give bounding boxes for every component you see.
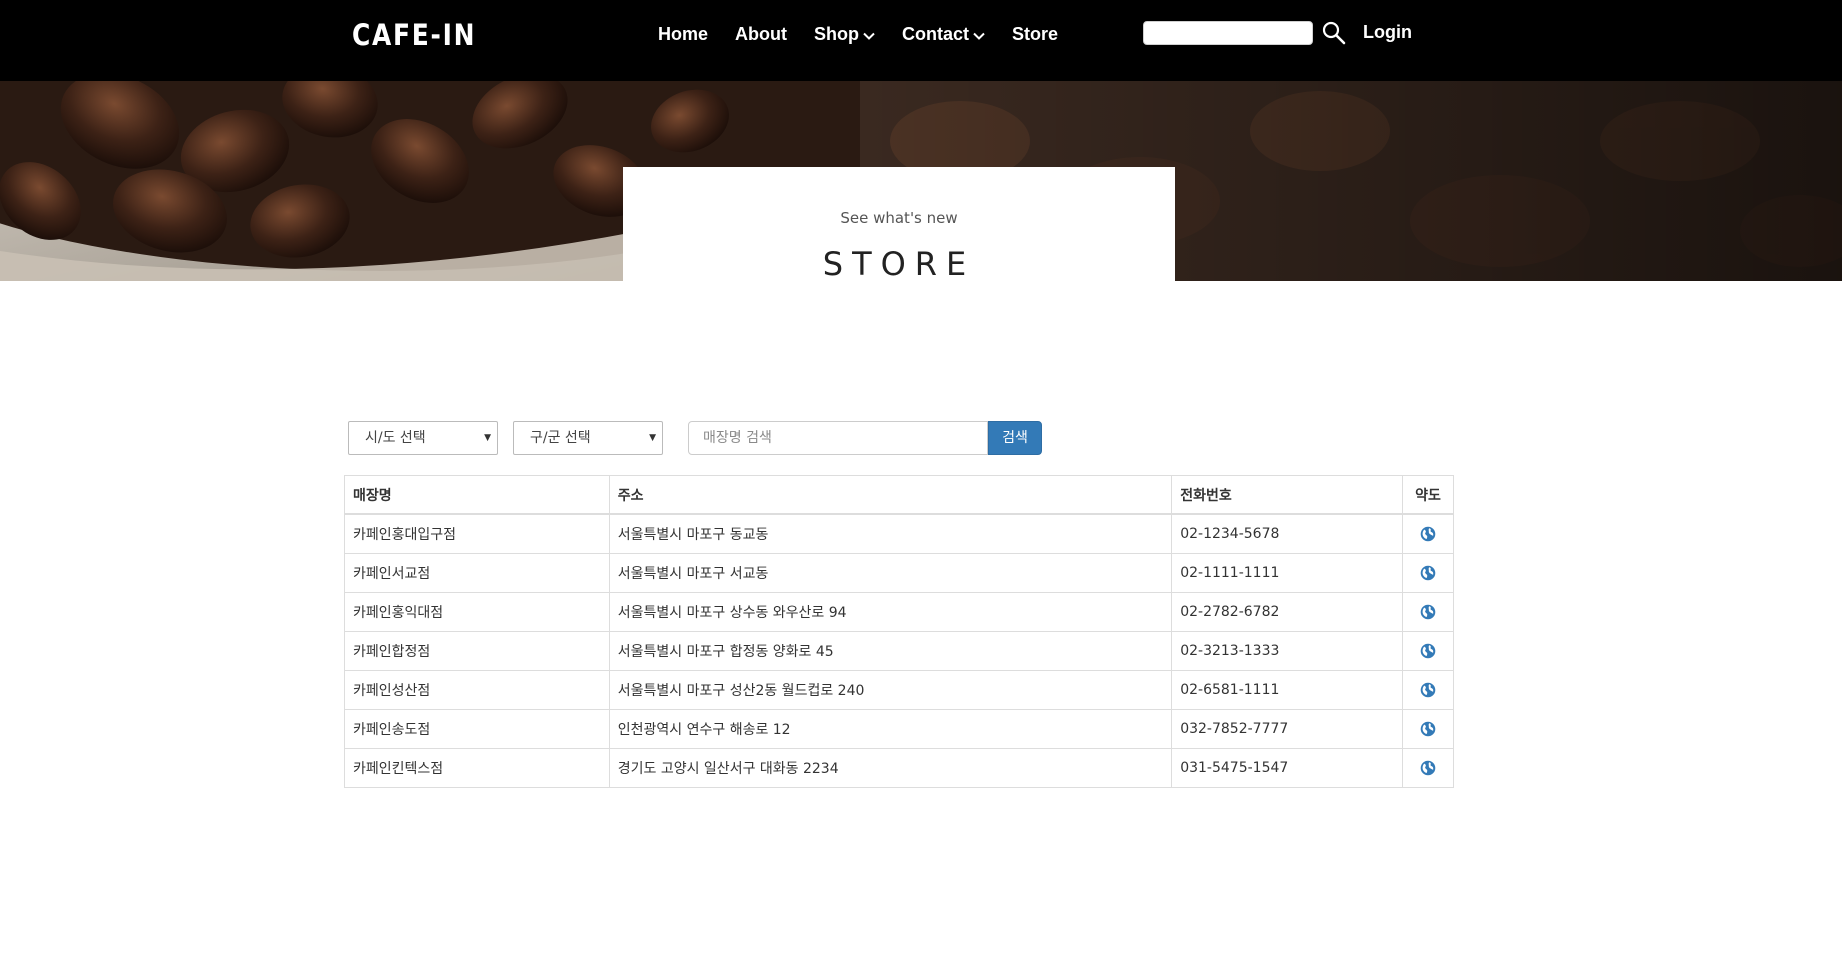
- nav-contact[interactable]: Contact: [902, 22, 985, 46]
- column-header-phone: 전화번호: [1171, 475, 1404, 515]
- globe-icon[interactable]: [1420, 643, 1436, 659]
- store-name-cell: 카페인홍익대점: [344, 592, 610, 632]
- column-header-map: 약도: [1402, 475, 1454, 515]
- store-phone-cell: 02-1234-5678: [1171, 513, 1404, 554]
- search-button[interactable]: 검색: [988, 421, 1042, 455]
- table-row: 카페인킨텍스점 경기도 고양시 일산서구 대화동 2234 031-5475-154…: [344, 748, 1454, 788]
- store-name-cell: 카페인송도점: [344, 709, 610, 749]
- globe-icon[interactable]: [1420, 604, 1436, 620]
- gugun-select-value: 구/군 선택: [530, 430, 591, 446]
- nav-home[interactable]: Home: [658, 22, 708, 46]
- store-name-search-input[interactable]: [688, 421, 988, 455]
- page-title: STORE: [822, 245, 976, 281]
- globe-icon[interactable]: [1420, 721, 1436, 737]
- hero-subtitle: See what's new: [840, 209, 958, 227]
- chevron-down-icon: [973, 24, 985, 45]
- column-header-name: 매장명: [344, 475, 610, 515]
- store-name-cell: 카페인합정점: [344, 631, 610, 671]
- sido-select-value: 시/도 선택: [365, 430, 426, 446]
- store-address-cell: 서울특별시 마포구 성산2동 월드컵로 240: [608, 670, 1173, 710]
- store-phone-cell: 02-6581-1111: [1171, 670, 1404, 710]
- table-row: 카페인홍익대점 서울특별시 마포구 상수동 와우산로 94 02-2782-6782: [344, 592, 1454, 632]
- search-icon[interactable]: [1321, 20, 1347, 46]
- globe-icon[interactable]: [1420, 760, 1436, 776]
- nav-store[interactable]: Store: [1012, 22, 1058, 46]
- nav-about[interactable]: About: [735, 22, 787, 46]
- column-header-address: 주소: [608, 475, 1173, 515]
- store-phone-cell: 02-2782-6782: [1171, 592, 1404, 632]
- table-body: 카페인홍대입구점 서울특별시 마포구 동교동 02-1234-5678 카페인서교점 서…: [344, 513, 1454, 788]
- sido-select[interactable]: 시/도 선택 ▼: [348, 421, 498, 455]
- header-search-input[interactable]: [1143, 21, 1313, 45]
- table-row: 카페인성산점 서울특별시 마포구 성산2동 월드컵로 240 02-6581-111…: [344, 670, 1454, 710]
- store-phone-cell: 02-3213-1333: [1171, 631, 1404, 671]
- store-phone-cell: 031-5475-1547: [1171, 748, 1404, 788]
- nav-contact-label: Contact: [902, 23, 969, 44]
- table-row: 카페인합정점 서울특별시 마포구 합정동 양화로 45 02-3213-1333: [344, 631, 1454, 671]
- store-map-cell: [1402, 592, 1454, 632]
- table-row: 카페인송도점 인천광역시 연수구 해송로 12 032-7852-7777: [344, 709, 1454, 749]
- chevron-down-icon: [863, 24, 875, 45]
- store-address-cell: 서울특별시 마포구 합정동 양화로 45: [608, 631, 1173, 671]
- nav-home-label: Home: [658, 23, 709, 44]
- store-map-cell: [1402, 513, 1454, 554]
- store-map-cell: [1402, 553, 1454, 593]
- top-navbar: CAFE-IN Home About Shop Contact Store Lo…: [0, 0, 1842, 81]
- store-map-cell: [1402, 631, 1454, 671]
- table-row: 카페인홍대입구점 서울특별시 마포구 동교동 02-1234-5678: [344, 513, 1454, 554]
- store-name-cell: 카페인서교점: [344, 553, 610, 593]
- globe-icon[interactable]: [1420, 682, 1436, 698]
- caret-down-icon: ▼: [649, 433, 656, 443]
- store-phone-cell: 032-7852-7777: [1171, 709, 1404, 749]
- table-header-row: 매장명 주소 전화번호 약도: [344, 475, 1454, 515]
- store-address-cell: 인천광역시 연수구 해송로 12: [608, 709, 1173, 749]
- nav-shop[interactable]: Shop: [814, 22, 875, 46]
- nav-shop-label: Shop: [814, 23, 859, 44]
- site-logo[interactable]: CAFE-IN: [352, 18, 476, 52]
- globe-icon[interactable]: [1420, 526, 1436, 542]
- store-table: 매장명 주소 전화번호 약도 카페인홍대입구점 서울특별시 마포구 동교동 02-1…: [344, 475, 1454, 788]
- store-phone-cell: 02-1111-1111: [1171, 553, 1404, 593]
- hero-banner: See what's new STORE: [0, 81, 1842, 281]
- store-map-cell: [1402, 709, 1454, 749]
- store-map-cell: [1402, 748, 1454, 788]
- store-address-cell: 서울특별시 마포구 동교동: [608, 513, 1173, 554]
- caret-down-icon: ▼: [484, 433, 491, 443]
- table-row: 카페인서교점 서울특별시 마포구 서교동 02-1111-1111: [344, 553, 1454, 593]
- store-address-cell: 경기도 고양시 일산서구 대화동 2234: [608, 748, 1173, 788]
- store-name-cell: 카페인홍대입구점: [344, 513, 610, 554]
- globe-icon[interactable]: [1420, 565, 1436, 581]
- nav-about-label: About: [735, 23, 787, 44]
- hero-title-card: See what's new STORE: [623, 167, 1175, 281]
- store-name-cell: 카페인성산점: [344, 670, 610, 710]
- nav-store-label: Store: [1012, 23, 1059, 44]
- store-address-cell: 서울특별시 마포구 상수동 와우산로 94: [608, 592, 1173, 632]
- gugun-select[interactable]: 구/군 선택 ▼: [513, 421, 663, 455]
- login-link[interactable]: Login: [1363, 22, 1412, 43]
- store-map-cell: [1402, 670, 1454, 710]
- store-name-cell: 카페인킨텍스점: [344, 748, 610, 788]
- store-address-cell: 서울특별시 마포구 서교동: [608, 553, 1173, 593]
- main-nav: Home About Shop Contact Store: [658, 22, 1085, 46]
